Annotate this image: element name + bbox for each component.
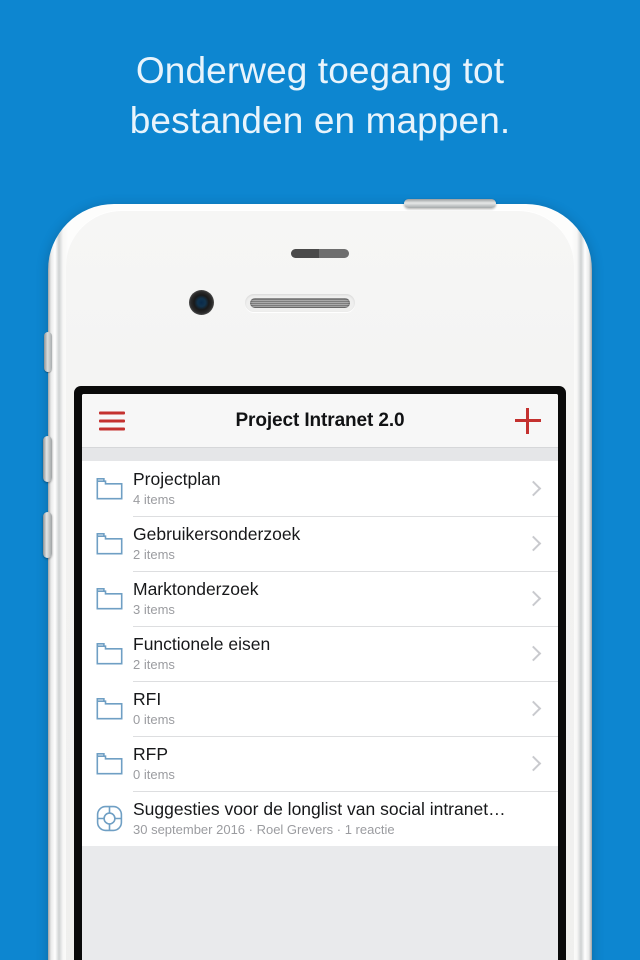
phone-device: Project Intranet 2.0 Projectplan 4 items… xyxy=(43,199,592,960)
list-item[interactable]: Suggesties voor de longlist van social i… xyxy=(82,791,558,846)
list-item-subtitle: 0 items xyxy=(133,767,175,782)
list-item-subtitle: 3 items xyxy=(133,602,175,617)
file-list: Projectplan 4 items Gebruikersonderzoek xyxy=(82,461,558,846)
list-item-title: Marktonderzoek xyxy=(133,579,259,599)
list-item-text: RFI 0 items xyxy=(133,689,522,728)
screen-bezel: Project Intranet 2.0 Projectplan 4 items… xyxy=(74,386,566,960)
list-item-subtitle: 0 items xyxy=(133,712,175,727)
plus-icon[interactable] xyxy=(515,407,541,434)
list-item-title: Projectplan xyxy=(133,469,221,489)
phone-screen: Project Intranet 2.0 Projectplan 4 items… xyxy=(82,394,558,960)
hamburger-menu-icon[interactable] xyxy=(99,411,125,430)
list-item-subtitle: 30 september 2016 · Roel Grevers · 1 rea… xyxy=(133,822,395,837)
folder-icon xyxy=(96,697,133,720)
speaker-mesh xyxy=(250,298,350,308)
page-headline: Onderweg toegang tot bestanden en mappen… xyxy=(0,46,640,146)
folder-icon xyxy=(96,587,133,610)
navbar-separator xyxy=(82,447,558,461)
power-button[interactable] xyxy=(404,199,496,208)
list-item-text: Gebruikersonderzoek 2 items xyxy=(133,524,522,563)
folder-icon xyxy=(96,752,133,775)
list-item-title: Functionele eisen xyxy=(133,634,271,654)
volume-down-button[interactable] xyxy=(43,512,52,558)
chevron-right-icon xyxy=(522,476,548,502)
list-item-subtitle: 2 items xyxy=(133,547,175,562)
app-navbar: Project Intranet 2.0 xyxy=(82,394,558,447)
chevron-right-icon xyxy=(522,751,548,777)
list-item[interactable]: Gebruikersonderzoek 2 items xyxy=(82,516,558,571)
list-item[interactable]: Projectplan 4 items xyxy=(82,461,558,516)
hamburger-bar xyxy=(99,419,125,422)
list-item-text: Projectplan 4 items xyxy=(133,469,522,508)
hamburger-bar xyxy=(99,411,125,414)
chevron-right-icon xyxy=(522,641,548,667)
folder-icon xyxy=(96,532,133,555)
list-item[interactable]: Marktonderzoek 3 items xyxy=(82,571,558,626)
list-item-text: Suggesties voor de longlist van social i… xyxy=(133,799,558,838)
headline-line-2: bestanden en mappen. xyxy=(129,100,511,141)
list-item-title: RFP xyxy=(133,744,168,764)
hamburger-bar xyxy=(99,427,125,430)
mute-switch[interactable] xyxy=(44,332,52,372)
chevron-right-icon xyxy=(522,696,548,722)
earpiece-speaker-icon xyxy=(245,294,355,312)
list-empty-area xyxy=(82,846,558,960)
front-camera-icon xyxy=(189,290,214,315)
headline-line-1: Onderweg toegang tot xyxy=(135,50,505,91)
proximity-sensor-icon xyxy=(291,249,349,258)
volume-up-button[interactable] xyxy=(43,436,52,482)
list-item-subtitle: 4 items xyxy=(133,492,175,507)
list-item[interactable]: RFI 0 items xyxy=(82,681,558,736)
lifebuoy-icon xyxy=(96,805,133,832)
chevron-right-icon xyxy=(522,586,548,612)
list-item-text: RFP 0 items xyxy=(133,744,522,783)
list-item-title: Suggesties voor de longlist van social i… xyxy=(133,799,506,819)
list-item[interactable]: Functionele eisen 2 items xyxy=(82,626,558,681)
list-item-text: Functionele eisen 2 items xyxy=(133,634,522,673)
list-item-title: RFI xyxy=(133,689,162,709)
page-title: Project Intranet 2.0 xyxy=(235,409,405,431)
list-item-subtitle: 2 items xyxy=(133,657,175,672)
list-item-text: Marktonderzoek 3 items xyxy=(133,579,522,618)
list-item-title: Gebruikersonderzoek xyxy=(133,524,301,544)
list-item[interactable]: RFP 0 items xyxy=(82,736,558,791)
folder-icon xyxy=(96,642,133,665)
chevron-right-icon xyxy=(522,531,548,557)
folder-icon xyxy=(96,477,133,500)
